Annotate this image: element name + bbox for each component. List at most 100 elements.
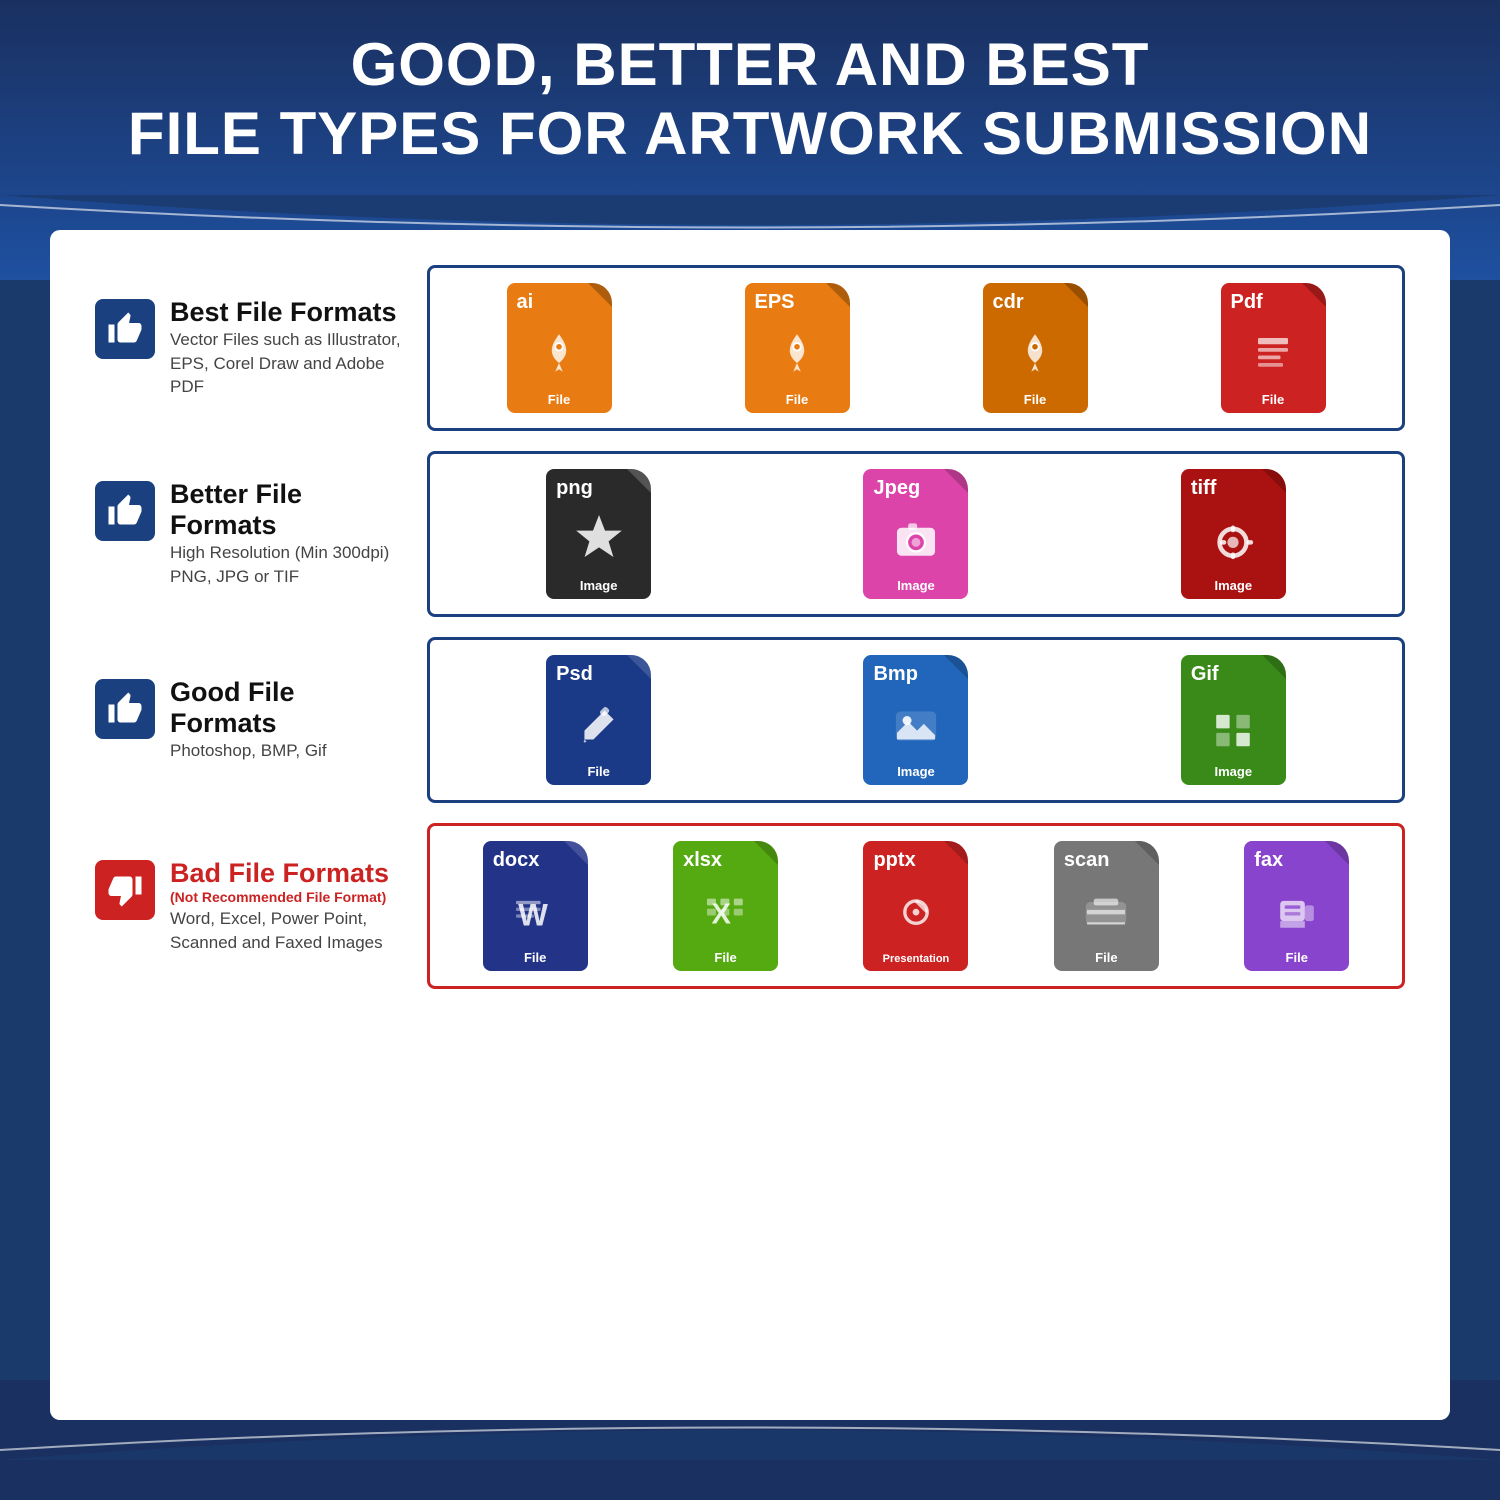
good-thumbs-up-icon <box>107 691 143 727</box>
tiff-ext: tiff <box>1191 477 1217 500</box>
bad-desc: Word, Excel, Power Point, Scanned and Fa… <box>170 907 405 955</box>
ppt-icon <box>888 883 944 939</box>
fax-label: File <box>1244 950 1349 965</box>
png-label: Image <box>546 578 651 593</box>
bad-label: Bad File Formats (Not Recommended File F… <box>95 858 405 955</box>
bad-text: Bad File Formats (Not Recommended File F… <box>170 858 405 955</box>
bad-subtitle: (Not Recommended File Format) <box>170 889 405 905</box>
bottom-curve-decoration <box>0 1380 1500 1460</box>
word-icon: W <box>507 883 563 939</box>
fax-machine-icon <box>1269 883 1325 939</box>
excel-icon: X <box>698 883 754 939</box>
grid-icon <box>1205 697 1261 753</box>
corner-fold-psd <box>627 655 651 679</box>
tiff-label: Image <box>1181 578 1286 593</box>
good-files: Psd File Bmp <box>427 637 1405 803</box>
best-thumb-icon <box>95 299 155 359</box>
corner-fold-xlsx <box>754 841 778 865</box>
file-xlsx: xlsx X File <box>673 841 778 971</box>
eps-icon <box>772 328 822 383</box>
ai-label: File <box>507 392 612 407</box>
file-scan: scan File <box>1054 841 1159 971</box>
cdr-ext: cdr <box>993 291 1024 314</box>
better-thumbs-up-icon <box>107 493 143 529</box>
best-files: ai File EPS <box>427 265 1405 431</box>
better-desc: High Resolution (Min 300dpi) PNG, JPG or… <box>170 541 405 589</box>
jpeg-icon <box>888 511 944 572</box>
bad-title: Bad File Formats <box>170 858 405 889</box>
best-desc: Vector Files such as Illustrator, EPS, C… <box>170 328 405 399</box>
best-title: Best File Formats <box>170 297 405 328</box>
top-curve-svg <box>0 195 1500 255</box>
tiff-icon <box>1205 511 1261 572</box>
corner-fold-eps <box>826 283 850 307</box>
file-pdf: Pdf File <box>1221 283 1326 413</box>
full-page: GOOD, BETTER AND BEST FILE TYPES FOR ART… <box>0 0 1500 1500</box>
corner-fold-gif <box>1262 655 1286 679</box>
docx-label: File <box>483 950 588 965</box>
file-cdr: cdr File <box>983 283 1088 413</box>
corner-fold-cdr <box>1064 283 1088 307</box>
better-row: Better File Formats High Resolution (Min… <box>95 451 1405 617</box>
pdf-icon <box>1248 328 1298 383</box>
xlsx-label: File <box>673 950 778 965</box>
fax-icon <box>1269 883 1325 944</box>
psd-label: File <box>546 764 651 779</box>
bad-row: Bad File Formats (Not Recommended File F… <box>95 823 1405 989</box>
star-icon <box>569 509 629 569</box>
best-text: Best File Formats Vector Files such as I… <box>170 297 405 399</box>
eps-label: File <box>745 392 850 407</box>
bad-thumb-icon <box>95 860 155 920</box>
cdr-icon <box>1010 328 1060 383</box>
content-area: Best File Formats Vector Files such as I… <box>50 230 1450 1420</box>
camera-icon <box>888 511 944 567</box>
file-gif: Gif Image <box>1181 655 1286 785</box>
thumbs-up-icon <box>107 311 143 347</box>
good-desc: Photoshop, BMP, Gif <box>170 739 405 763</box>
corner-fold-docx <box>564 841 588 865</box>
brush-icon <box>571 697 627 753</box>
psd-icon <box>571 697 627 758</box>
title-section: GOOD, BETTER AND BEST FILE TYPES FOR ART… <box>0 30 1500 168</box>
pdf-ext: Pdf <box>1231 291 1263 314</box>
good-text: Good File Formats Photoshop, BMP, Gif <box>170 677 405 763</box>
corner-fold-bmp <box>944 655 968 679</box>
gif-label: Image <box>1181 764 1286 779</box>
corner-fold-fax <box>1325 841 1349 865</box>
scan-icon <box>1078 883 1134 944</box>
bottom-curve-svg <box>0 1380 1500 1460</box>
best-label: Best File Formats Vector Files such as I… <box>95 297 405 399</box>
file-eps: EPS File <box>745 283 850 413</box>
pdf-label: File <box>1221 392 1326 407</box>
file-fax: fax File <box>1244 841 1349 971</box>
gear-icon <box>1205 511 1261 567</box>
png-ext: png <box>556 477 593 500</box>
file-bmp: Bmp Image <box>863 655 968 785</box>
file-pptx: pptx Presentation <box>863 841 968 971</box>
ai-ext: ai <box>517 291 534 314</box>
psd-ext: Psd <box>556 663 593 686</box>
gif-icon <box>1205 697 1261 758</box>
good-thumb-icon <box>95 679 155 739</box>
jpeg-label: Image <box>863 578 968 593</box>
better-text: Better File Formats High Resolution (Min… <box>170 479 405 589</box>
pptx-ext: pptx <box>873 849 915 872</box>
png-icon <box>569 509 629 574</box>
scanner-icon <box>1078 883 1134 939</box>
xlsx-icon: X <box>698 883 754 944</box>
thumbs-down-icon <box>107 872 143 908</box>
corner-fold-tiff <box>1262 469 1286 493</box>
good-row: Good File Formats Photoshop, BMP, Gif Ps… <box>95 637 1405 803</box>
better-thumb-icon <box>95 481 155 541</box>
cdr-label: File <box>983 392 1088 407</box>
gif-ext: Gif <box>1191 663 1219 686</box>
ai-icon <box>534 328 584 383</box>
pptx-icon <box>888 883 944 944</box>
file-docx: docx W File <box>483 841 588 971</box>
better-title: Better File Formats <box>170 479 405 541</box>
corner-fold-jpeg <box>944 469 968 493</box>
better-label: Better File Formats High Resolution (Min… <box>95 479 405 589</box>
page-title: GOOD, BETTER AND BEST FILE TYPES FOR ART… <box>100 30 1400 168</box>
bmp-ext: Bmp <box>873 663 917 686</box>
pdf-doc-icon <box>1248 328 1298 378</box>
